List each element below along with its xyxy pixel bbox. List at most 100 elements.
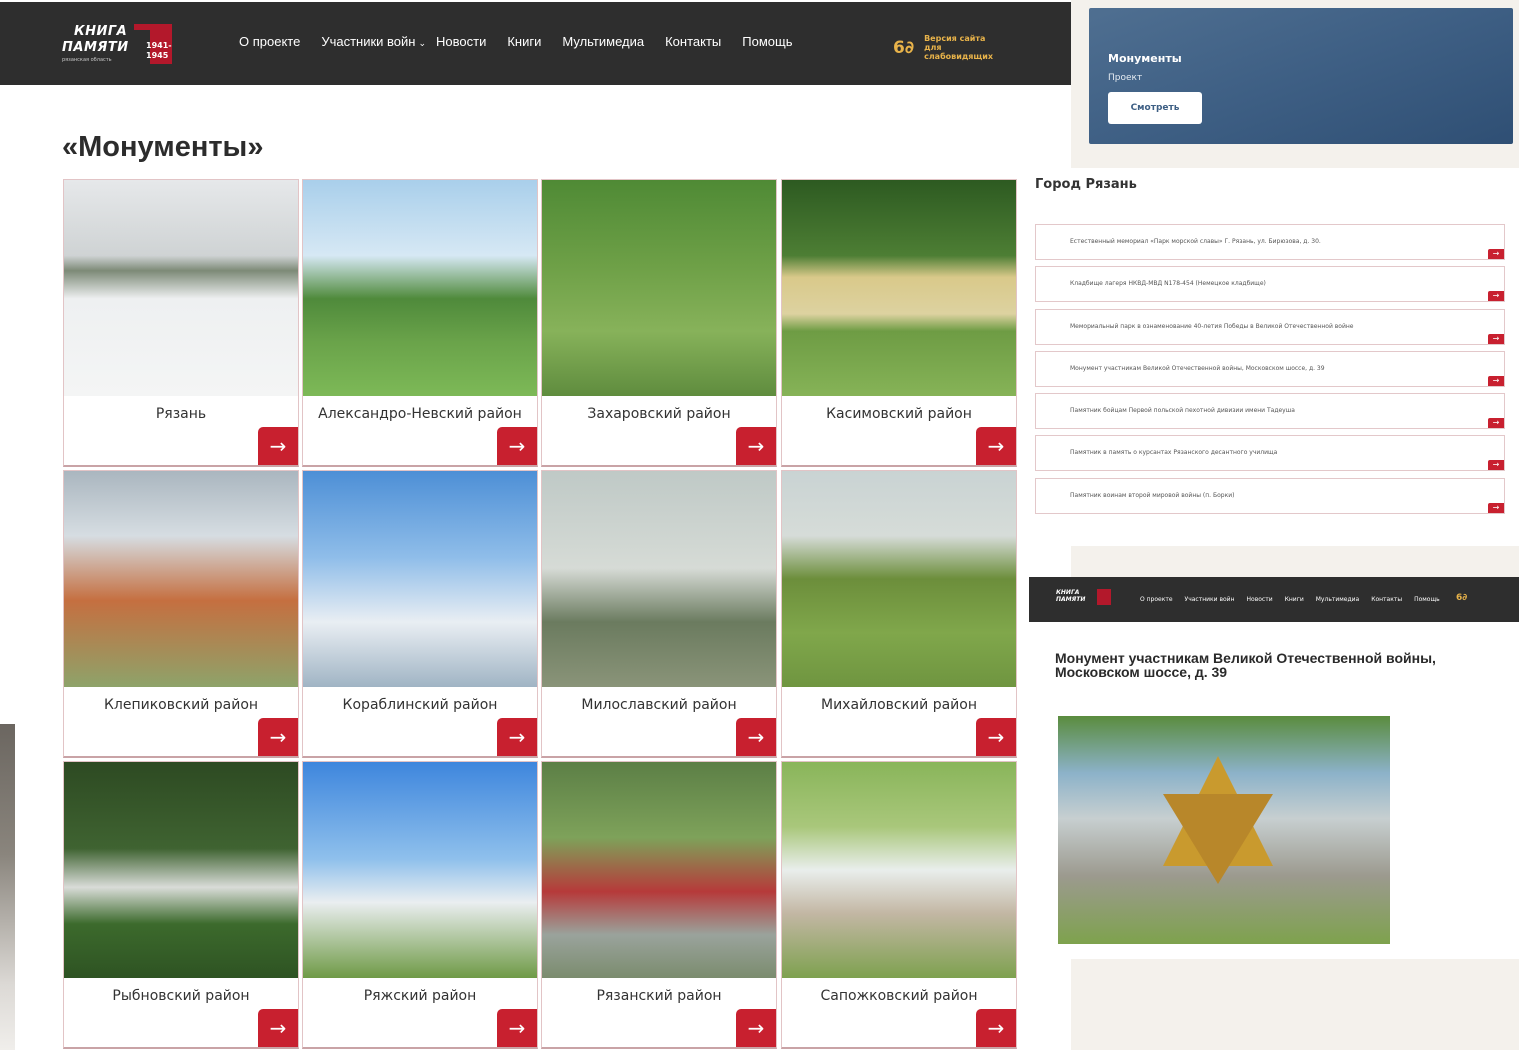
card-title: Клепиковский район	[103, 697, 259, 713]
mini-logo-mark	[1097, 589, 1111, 605]
mini-logo[interactable]: КНИГА ПАМЯТИ	[1056, 589, 1111, 605]
card-photo	[542, 471, 776, 687]
arrow-right-icon[interactable]: →	[497, 427, 537, 465]
card-photo	[303, 762, 537, 978]
accessibility-label: Версия сайта для слабовидящих	[924, 34, 994, 61]
arrow-right-icon[interactable]: →	[258, 718, 298, 756]
monument-photo	[1058, 716, 1390, 944]
region-card[interactable]: Ряжский район →	[302, 761, 538, 1049]
nav-news[interactable]: Новости	[436, 34, 486, 49]
card-photo	[782, 471, 1016, 687]
nav-help[interactable]: Помощь	[742, 34, 792, 49]
region-card[interactable]: Михайловский район →	[781, 470, 1017, 758]
card-title: Рязанский район	[596, 988, 722, 1004]
mini-nav-books[interactable]: Книги	[1285, 596, 1304, 603]
arrow-right-icon[interactable]: →	[497, 718, 537, 756]
card-photo	[303, 180, 537, 396]
mini-nav-contacts[interactable]: Контакты	[1371, 596, 1402, 603]
list-item-text: Мемориальный парк в ознаменование 40-лет…	[1070, 323, 1354, 330]
site-logo[interactable]: КНИГА ПАМЯТИ 1941- 1945 рязанская област…	[62, 24, 172, 64]
region-card[interactable]: Рыбновский район →	[63, 761, 299, 1049]
nav-contacts[interactable]: Контакты	[665, 34, 721, 49]
nav-participants-label: Участники войн	[321, 34, 416, 49]
banner-screenshot: Монументы Проект Смотреть	[1071, 0, 1519, 168]
region-card[interactable]: Клепиковский район →	[63, 470, 299, 758]
city-list-title: Город Рязань	[1035, 177, 1137, 192]
nav-about[interactable]: О проекте	[239, 34, 300, 49]
nav-multimedia[interactable]: Мультимедиа	[562, 34, 644, 49]
mini-nav-news[interactable]: Новости	[1247, 596, 1273, 603]
card-photo	[542, 762, 776, 978]
arrow-right-icon[interactable]: →	[976, 718, 1016, 756]
card-title: Александро-Невский район	[318, 406, 522, 422]
mini-nav-help[interactable]: Помощь	[1414, 596, 1440, 603]
list-item[interactable]: Естественный мемориал «Парк морской слав…	[1035, 224, 1505, 260]
card-title: Захаровский район	[587, 406, 731, 422]
logo-line1: КНИГА	[74, 24, 128, 39]
list-item-text: Памятник в память о курсантах Рязанского…	[1070, 449, 1278, 456]
card-title: Касимовский район	[826, 406, 972, 422]
list-item[interactable]: Памятник бойцам Первой польской пехотной…	[1035, 393, 1505, 429]
arrow-right-icon[interactable]: →	[736, 718, 776, 756]
mini-accessibility-link[interactable]: 6∂	[1456, 593, 1467, 603]
card-title: Ряжский район	[363, 988, 477, 1004]
mini-logo-line1: КНИГА	[1056, 589, 1080, 596]
region-card[interactable]: Кораблинский район →	[302, 470, 538, 758]
list-item[interactable]: Памятник в память о курсантах Рязанского…	[1035, 435, 1505, 471]
arrow-right-icon[interactable]: →	[736, 1009, 776, 1047]
mini-nav-participants[interactable]: Участники войн	[1185, 596, 1235, 603]
mini-logo-line2: ПАМЯТИ	[1056, 596, 1086, 603]
nav-books[interactable]: Книги	[507, 34, 541, 49]
logo-line2: ПАМЯТИ	[62, 40, 129, 55]
card-photo	[782, 180, 1016, 396]
region-card[interactable]: Александро-Невский район →	[302, 179, 538, 467]
accessibility-link[interactable]: 6∂ Версия сайта для слабовидящих	[893, 34, 1004, 61]
mini-nav-multimedia[interactable]: Мультимедиа	[1316, 596, 1359, 603]
detail-title: Монумент участникам Великой Отечественно…	[1055, 650, 1436, 680]
mini-nav-about[interactable]: О проекте	[1140, 596, 1173, 603]
arrow-right-icon[interactable]: →	[1488, 376, 1504, 386]
card-title: Рыбновский район	[112, 988, 250, 1004]
arrow-right-icon[interactable]: →	[1488, 503, 1504, 513]
glasses-icon: 6∂	[1456, 593, 1468, 603]
region-card[interactable]: Рязанский район →	[541, 761, 777, 1049]
main-nav: О проекте Участники войн ⌄ Новости Книги …	[239, 34, 813, 49]
card-photo	[542, 180, 776, 396]
monuments-grid: Рязань → Александро-Невский район → Заха…	[63, 179, 1018, 1049]
arrow-right-icon[interactable]: →	[1488, 334, 1504, 344]
region-card[interactable]: Захаровский район →	[541, 179, 777, 467]
arrow-right-icon[interactable]: →	[1488, 249, 1504, 259]
arrow-right-icon[interactable]: →	[258, 1009, 298, 1047]
arrow-right-icon[interactable]: →	[976, 427, 1016, 465]
card-title: Сапожковский район	[820, 988, 978, 1004]
arrow-right-icon[interactable]: →	[258, 427, 298, 465]
arrow-right-icon[interactable]: →	[1488, 418, 1504, 428]
star-lower-part	[1163, 794, 1273, 884]
list-item[interactable]: Мемориальный парк в ознаменование 40-лет…	[1035, 309, 1505, 345]
arrow-right-icon[interactable]: →	[976, 1009, 1016, 1047]
arrow-right-icon[interactable]: →	[497, 1009, 537, 1047]
region-card[interactable]: Милославский район →	[541, 470, 777, 758]
detail-screenshot: КНИГА ПАМЯТИ О проекте Участники войн Но…	[1029, 577, 1519, 959]
card-title: Рязань	[155, 406, 207, 422]
list-item[interactable]: Кладбище лагеря НКВД-МВД N178-454 (Немец…	[1035, 266, 1505, 302]
region-card[interactable]: Рязань →	[63, 179, 299, 467]
nav-participants[interactable]: Участники войн ⌄	[321, 34, 426, 49]
arrow-right-icon[interactable]: →	[736, 427, 776, 465]
site-header: КНИГА ПАМЯТИ 1941- 1945 рязанская област…	[0, 2, 1071, 85]
card-photo	[64, 762, 298, 978]
page-title: «Монументы»	[62, 131, 264, 163]
card-title: Милославский район	[581, 697, 737, 713]
region-card[interactable]: Сапожковский район →	[781, 761, 1017, 1049]
list-item[interactable]: Памятник воинам второй мировой войны (п.…	[1035, 478, 1505, 514]
banner-view-button[interactable]: Смотреть	[1108, 92, 1202, 124]
mini-site-header: КНИГА ПАМЯТИ О проекте Участники войн Но…	[1029, 577, 1519, 622]
banner-title: Монументы	[1108, 52, 1182, 65]
city-list-screenshot: Город Рязань Естественный мемориал «Парк…	[1029, 168, 1519, 546]
list-item[interactable]: Монумент участникам Великой Отечественно…	[1035, 351, 1505, 387]
arrow-right-icon[interactable]: →	[1488, 291, 1504, 301]
arrow-right-icon[interactable]: →	[1488, 460, 1504, 470]
list-item-text: Памятник бойцам Первой польской пехотной…	[1070, 407, 1295, 414]
card-photo	[64, 471, 298, 687]
region-card[interactable]: Касимовский район →	[781, 179, 1017, 467]
